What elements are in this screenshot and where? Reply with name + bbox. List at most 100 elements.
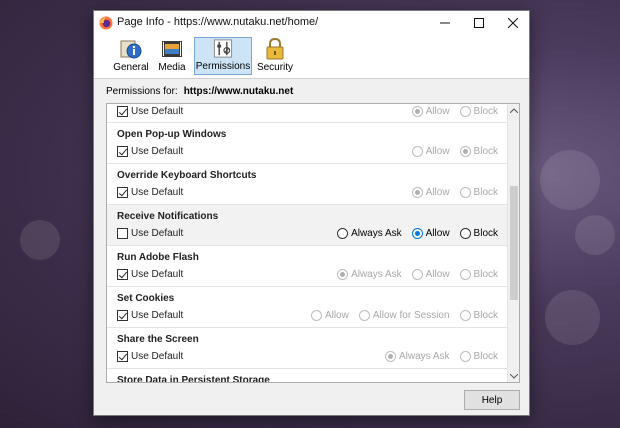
- tab-media[interactable]: Media: [154, 37, 190, 75]
- minimize-button[interactable]: [428, 11, 462, 35]
- background-bokeh: [575, 215, 615, 255]
- chevron-up-icon: [510, 107, 518, 113]
- permission-options: Allow Block: [402, 106, 498, 117]
- permission-title: Store Data in Persistent Storage: [117, 375, 270, 383]
- permission-row: Open Pop-up Windows Use Default Allow Block: [107, 123, 508, 164]
- scroll-up-button[interactable]: [508, 104, 519, 116]
- permission-title: Set Cookies: [117, 293, 175, 304]
- tab-security[interactable]: Security: [256, 37, 294, 75]
- help-button[interactable]: Help: [464, 390, 520, 410]
- radio-label: Block: [473, 228, 498, 239]
- permissions-scrollbar[interactable]: [507, 104, 519, 382]
- permission-title: Run Adobe Flash: [117, 252, 199, 263]
- radio-option: Block: [459, 269, 498, 280]
- lock-icon: [266, 38, 284, 60]
- permissions-rows: Use Default Allow Block Open Pop-up Windows…: [107, 104, 508, 383]
- use-default-checkbox[interactable]: Use Default: [117, 146, 183, 157]
- radio-label: Block: [473, 106, 498, 117]
- radio-option: Allow: [310, 310, 349, 321]
- use-default-checkbox[interactable]: Use Default: [117, 310, 183, 321]
- permissions-for-label: Permissions for:: [106, 86, 178, 97]
- radio-option: Allow: [411, 187, 450, 198]
- background-bokeh: [545, 290, 600, 345]
- use-default-label: Use Default: [131, 146, 184, 157]
- scroll-down-button[interactable]: [508, 370, 519, 382]
- radio-label: Allow: [425, 146, 450, 157]
- radio-label: Block: [473, 351, 498, 362]
- permissions-icon: [213, 39, 233, 58]
- radio-option: Allow: [411, 106, 450, 117]
- tab-general[interactable]: General: [111, 37, 151, 75]
- permission-row: Receive Notifications Use Default Always A…: [107, 205, 508, 246]
- permission-row: Share the Screen Use Default Always Ask Blo…: [107, 328, 508, 369]
- permission-row: Set Cookies Use Default Allow Allow for Ses…: [107, 287, 508, 328]
- radio-label: Always Ask: [398, 351, 450, 362]
- radio-button: [384, 351, 396, 362]
- radio-button: [411, 106, 423, 117]
- use-default-checkbox[interactable]: Use Default: [117, 106, 183, 117]
- chevron-down-icon: [510, 373, 518, 379]
- radio-button: [459, 228, 471, 239]
- permissions-site: https://www.nutaku.net: [183, 86, 294, 97]
- checkbox-box: [117, 106, 128, 117]
- tab-permissions-label: Permissions: [195, 61, 251, 72]
- use-default-checkbox[interactable]: Use Default: [117, 228, 183, 239]
- radio-label: Allow: [425, 187, 450, 198]
- permission-title: Open Pop-up Windows: [117, 129, 227, 140]
- permission-title: Receive Notifications: [117, 211, 219, 222]
- title-bar: Page Info - https://www.nutaku.net/home/: [94, 11, 529, 35]
- tab-toolbar: General Media Permissions Security: [94, 35, 529, 79]
- checkbox-box: [117, 269, 128, 280]
- use-default-checkbox[interactable]: Use Default: [117, 269, 183, 280]
- radio-option: Always Ask: [337, 269, 402, 280]
- use-default-checkbox[interactable]: Use Default: [117, 187, 183, 198]
- radio-option: Block: [459, 351, 498, 362]
- scrollbar-thumb[interactable]: [510, 186, 518, 300]
- radio-option[interactable]: Allow: [411, 228, 450, 239]
- maximize-button[interactable]: [462, 11, 496, 35]
- radio-label: Block: [473, 146, 498, 157]
- tab-security-label: Security: [256, 62, 294, 73]
- checkbox-box: [117, 228, 128, 239]
- radio-button: [337, 228, 349, 239]
- page-info-dialog: Page Info - https://www.nutaku.net/home/…: [93, 10, 530, 416]
- radio-option: Block: [459, 146, 498, 157]
- close-icon: [508, 18, 518, 28]
- radio-label: Always Ask: [351, 228, 402, 239]
- radio-label: Block: [473, 269, 498, 280]
- checkbox-box: [117, 310, 128, 321]
- permission-row: Use Default Allow Block: [107, 104, 508, 123]
- permission-options: Allow Block: [402, 146, 498, 157]
- tab-permissions[interactable]: Permissions: [194, 37, 252, 75]
- use-default-label: Use Default: [131, 351, 184, 362]
- radio-option: Allow: [411, 146, 450, 157]
- use-default-checkbox[interactable]: Use Default: [117, 351, 183, 362]
- permission-row: Store Data in Persistent StorageUse Defa…: [107, 369, 508, 383]
- radio-option[interactable]: Block: [459, 228, 498, 239]
- permission-options: Allow Allow for Session Block: [301, 310, 498, 321]
- permissions-list[interactable]: Use Default Allow Block Open Pop-up Windows…: [106, 103, 520, 383]
- radio-option: Block: [459, 310, 498, 321]
- radio-label: Always Ask: [351, 269, 402, 280]
- media-icon: [162, 41, 182, 57]
- radio-button: [459, 310, 471, 321]
- radio-button: [358, 310, 370, 321]
- radio-label: Allow: [425, 269, 450, 280]
- radio-option: Block: [459, 187, 498, 198]
- close-button[interactable]: [496, 11, 530, 35]
- use-default-label: Use Default: [131, 187, 184, 198]
- radio-option: Allow for Session: [358, 310, 450, 321]
- background-bokeh: [540, 150, 600, 210]
- use-default-label: Use Default: [131, 310, 184, 321]
- checkbox-box: [117, 187, 128, 198]
- checkbox-box: [117, 146, 128, 157]
- use-default-label: Use Default: [131, 228, 184, 239]
- radio-label: Block: [473, 187, 498, 198]
- tab-media-label: Media: [158, 62, 186, 73]
- radio-label: Allow: [425, 228, 450, 239]
- radio-button: [411, 187, 423, 198]
- radio-option[interactable]: Always Ask: [337, 228, 402, 239]
- permission-row: Run Adobe Flash Use Default Always Ask Allo…: [107, 246, 508, 287]
- radio-button: [459, 106, 471, 117]
- permissions-for: Permissions for: https://www.nutaku.net: [106, 86, 293, 97]
